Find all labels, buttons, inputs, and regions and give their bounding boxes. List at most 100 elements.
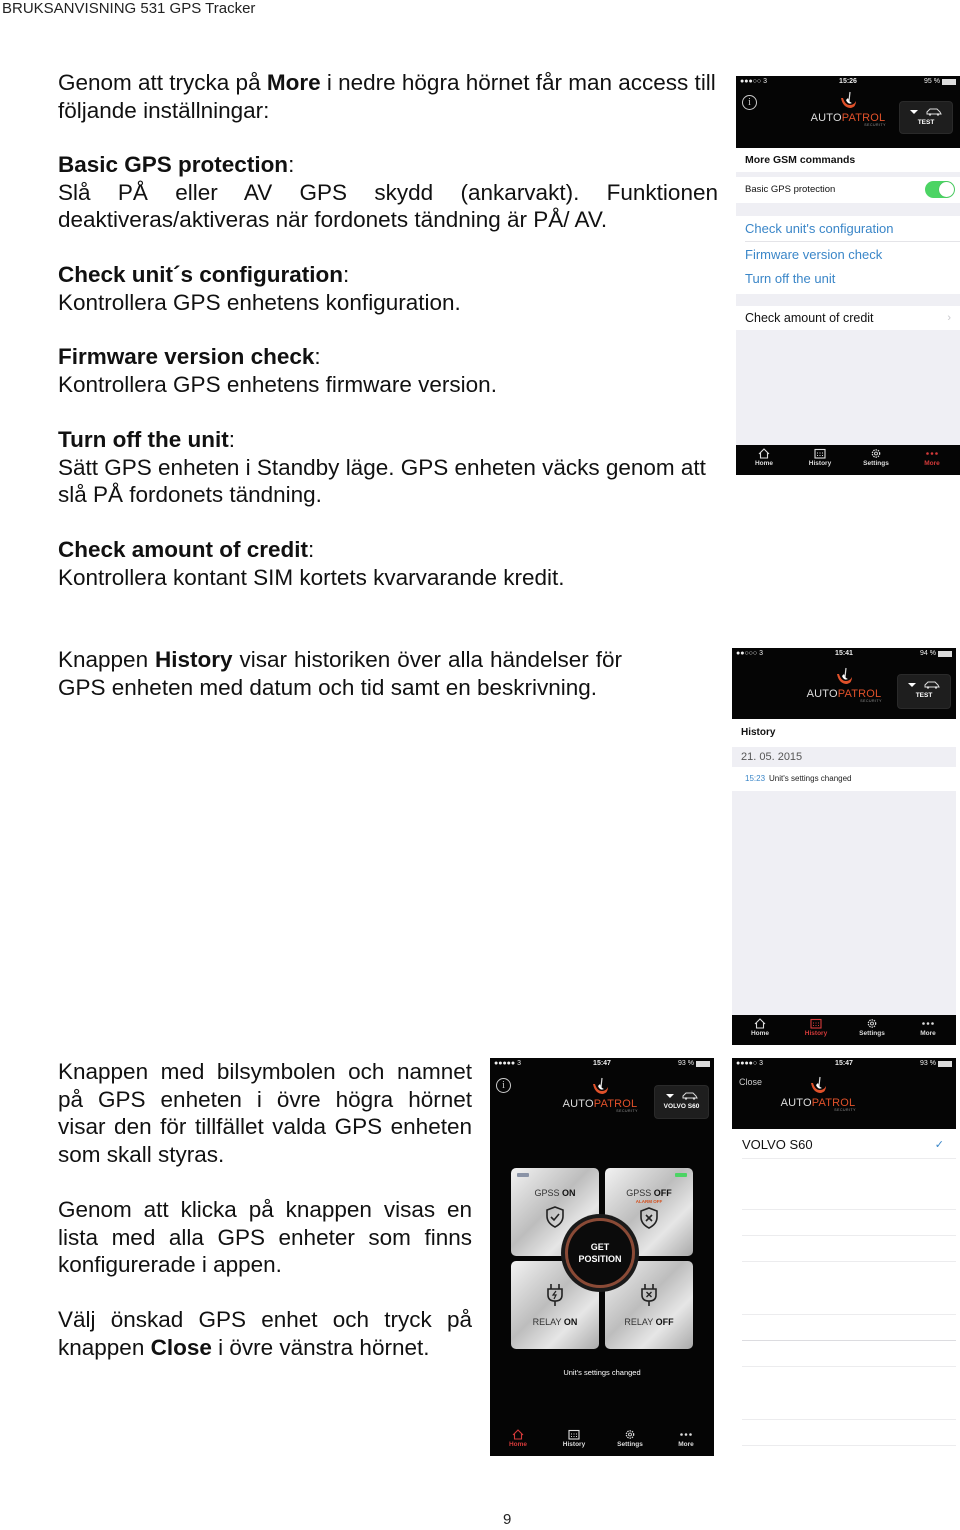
alarm-off-label: ALARM OFF: [635, 1199, 663, 1204]
gear-icon: [871, 449, 881, 458]
colon: :: [228, 427, 236, 452]
tile-prefix: RELAY: [532, 1317, 564, 1327]
get-position-button[interactable]: GET POSITION: [565, 1218, 635, 1288]
intro-paragraph: Genom att trycka på More i nedre högra h…: [58, 69, 720, 124]
history-date-header: 21. 05. 2015: [732, 747, 956, 767]
section-basic-gps-protection: Basic GPS protection: Slå PÅ eller AV GP…: [58, 151, 718, 234]
screenshot-home-screen: ●●●●● 3 15:47 93 % i AUTOPATROL SECURITY…: [490, 1058, 714, 1456]
screenshot-more-screen: ●●●○○ 3 15:26 95 % i AUTOPATROL SECURITY…: [736, 76, 960, 475]
tab-label: More: [678, 1441, 694, 1448]
tab-more[interactable]: More: [658, 1426, 714, 1456]
info-button[interactable]: i: [742, 95, 757, 110]
dropdown-triangle-icon: [665, 1093, 674, 1098]
check-credit-row[interactable]: Check amount of credit ›: [736, 306, 960, 330]
app-header: ●●●●○ 3 15:47 93 % Close AUTOPATROL SECU…: [732, 1058, 956, 1129]
tab-home[interactable]: Home: [736, 445, 792, 475]
command-check-configuration[interactable]: Check unit's configuration: [736, 216, 960, 242]
tab-label: Home: [508, 1441, 528, 1448]
checkmark-icon: ✓: [934, 1139, 944, 1151]
logo-mark-icon: [811, 1076, 826, 1093]
tab-more[interactable]: More: [900, 1015, 956, 1045]
unit-selector-button[interactable]: TEST: [897, 674, 951, 709]
logo-mark-icon: [593, 1077, 608, 1094]
tab-label: More: [924, 460, 940, 467]
info-button[interactable]: i: [496, 1078, 511, 1093]
separator: [742, 1419, 956, 1420]
tab-label: History: [804, 1030, 828, 1037]
more-dots-icon: [922, 1022, 934, 1025]
close-button[interactable]: Close: [739, 1077, 762, 1087]
section-firmware-check: Firmware version check: Kontrollera GPS …: [58, 343, 718, 398]
battery-percent: 95 %: [924, 78, 940, 85]
tile-state: OFF: [653, 1188, 672, 1198]
more-gsm-header: More GSM commands: [736, 148, 960, 172]
screenshot-history-screen: ●●○○○ 3 15:41 94 % AUTOPATROL SECURITY T…: [732, 648, 956, 1045]
history-event-row[interactable]: 15:23 Unit's settings changed: [732, 767, 956, 791]
section-body: Kontrollera kontant SIM kortets kvarvara…: [58, 564, 565, 590]
brand-auto: AUTO: [806, 688, 838, 700]
tab-bar: Home History Settings More: [490, 1426, 714, 1456]
event-text: Unit's settings changed: [769, 774, 852, 783]
plug-x-icon: [641, 1284, 657, 1306]
tab-home[interactable]: Home: [490, 1426, 546, 1456]
tab-history[interactable]: History: [788, 1015, 844, 1045]
paragraph-text: Genom att klicka på knappen visas en lis…: [58, 1197, 472, 1277]
unit-selector-button[interactable]: TEST: [899, 101, 953, 134]
section-title: Turn off the unit: [58, 427, 229, 452]
toggle-knob: [939, 182, 954, 197]
separator: [742, 1235, 956, 1236]
battery-percent: 93 %: [678, 1060, 694, 1067]
car-icon: [924, 681, 940, 689]
more-dots-icon: [680, 1433, 692, 1436]
section-title: Firmware version check: [58, 344, 315, 369]
unit-name: TEST: [915, 692, 933, 699]
status-bar: ●●○○○ 3 15:41 94 %: [732, 650, 956, 662]
tab-label: History: [562, 1441, 586, 1448]
unit-name: VOLVO S60: [663, 1103, 700, 1110]
tile-prefix: RELAY: [624, 1317, 656, 1327]
intro-bold-more: More: [266, 70, 321, 95]
brand-auto: AUTO: [780, 1097, 812, 1109]
tab-label: Settings: [859, 1030, 885, 1037]
credit-label: Check amount of credit: [745, 311, 874, 325]
dropdown-triangle-icon: [908, 682, 916, 687]
unit-list-paragraph: Genom att klicka på knappen visas en lis…: [58, 1196, 472, 1279]
calendar-icon: [568, 1429, 580, 1440]
paragraph-text-end: i övre vänstra hörnet.: [211, 1334, 430, 1360]
tab-label: History: [808, 460, 832, 467]
autopatrol-logo: AUTOPATROL SECURITY: [562, 1076, 638, 1113]
tab-history[interactable]: History: [546, 1426, 602, 1456]
section-turn-off-unit: Turn off the unit: Sätt GPS enheten i St…: [58, 426, 722, 509]
history-bold: History: [155, 647, 233, 672]
tab-more[interactable]: More: [904, 445, 960, 475]
colon: :: [308, 537, 315, 562]
battery-icon: [938, 650, 952, 657]
section-title: Basic GPS protection: [58, 152, 289, 177]
status-bar: ●●●○○ 3 15:26 95 %: [736, 78, 960, 90]
command-firmware-check[interactable]: Firmware version check: [736, 242, 960, 268]
battery-percent: 94 %: [920, 650, 936, 657]
unit-button-paragraph: Knappen med bilsymbolen och namnet på GP…: [58, 1058, 472, 1168]
tab-bar: Home History Settings More: [736, 445, 960, 475]
unit-selector-button[interactable]: VOLVO S60: [654, 1085, 709, 1119]
chevron-right-icon: ›: [947, 312, 951, 324]
tab-settings[interactable]: Settings: [602, 1426, 658, 1456]
command-turn-off-unit[interactable]: Turn off the unit: [736, 268, 960, 294]
home-icon: [758, 448, 770, 459]
section-body: Sätt GPS enheten i Standby läge. GPS enh…: [58, 454, 706, 508]
logo-mark-icon: [841, 91, 856, 108]
tab-history[interactable]: History: [792, 445, 848, 475]
tab-label: Settings: [617, 1441, 643, 1448]
tab-settings[interactable]: Settings: [848, 445, 904, 475]
colon: :: [288, 152, 295, 177]
shield-x-icon: [640, 1207, 658, 1229]
tab-settings[interactable]: Settings: [844, 1015, 900, 1045]
unit-list-item[interactable]: VOLVO S60 ✓: [732, 1132, 956, 1158]
tab-home[interactable]: Home: [732, 1015, 788, 1045]
battery-percent: 93 %: [920, 1060, 936, 1067]
close-instruction-paragraph: Välj önskad GPS enhet och tryck på knapp…: [58, 1306, 472, 1361]
plug-bolt-icon: [547, 1284, 563, 1306]
unit-list-name: VOLVO S60: [742, 1137, 813, 1152]
section-body: Slå PÅ eller AV GPS skydd (ankarvakt). F…: [58, 179, 718, 233]
basic-gps-protection-toggle[interactable]: [925, 181, 955, 198]
